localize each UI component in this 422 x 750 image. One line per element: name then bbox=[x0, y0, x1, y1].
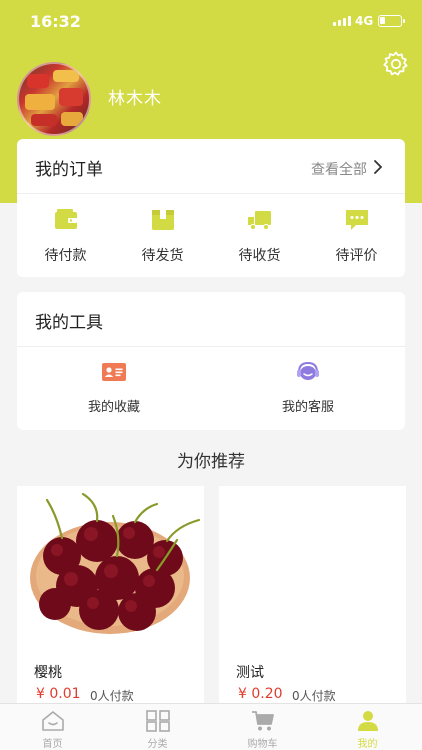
tab-home[interactable]: 首页 bbox=[0, 710, 105, 750]
tool-customer-service[interactable]: 我的客服 bbox=[211, 360, 405, 415]
divider bbox=[17, 346, 405, 347]
chat-bubble-icon bbox=[345, 210, 368, 230]
settings-gear-icon[interactable] bbox=[382, 50, 410, 78]
tab-label: 购物车 bbox=[247, 739, 278, 750]
order-item-label: 待发货 bbox=[141, 248, 184, 264]
wallet-icon bbox=[54, 209, 77, 229]
status-time: 16:32 bbox=[30, 12, 81, 31]
tool-item-label: 我的客服 bbox=[281, 400, 334, 415]
tab-label: 分类 bbox=[147, 739, 168, 750]
tool-favorites[interactable]: 我的收藏 bbox=[17, 360, 211, 415]
tool-item-label: 我的收藏 bbox=[87, 400, 140, 415]
signal-icon bbox=[333, 16, 351, 26]
grid-icon bbox=[145, 710, 170, 732]
order-pending-shipment[interactable]: 待发货 bbox=[114, 207, 211, 265]
battery-icon bbox=[378, 15, 405, 27]
user-icon bbox=[357, 711, 378, 731]
divider bbox=[17, 193, 405, 194]
tab-category[interactable]: 分类 bbox=[105, 710, 210, 750]
my-tools-card: 我的工具 我的收藏 我的客服 bbox=[17, 292, 405, 430]
product-name: 樱桃 bbox=[34, 665, 62, 681]
product-price: ¥ 0.01 bbox=[36, 686, 81, 702]
order-pending-review[interactable]: 待评价 bbox=[308, 207, 405, 265]
product-sold-count: 0人付款 bbox=[90, 689, 134, 703]
product-price: ¥ 0.20 bbox=[238, 686, 283, 702]
product-card[interactable]: 测试 ¥ 0.20 0人付款 bbox=[219, 486, 406, 706]
network-type: 4G bbox=[355, 14, 374, 28]
id-card-icon bbox=[102, 363, 126, 381]
order-pending-receipt[interactable]: 待收货 bbox=[211, 207, 308, 265]
order-item-label: 待收货 bbox=[238, 248, 281, 264]
order-item-label: 待付款 bbox=[44, 248, 87, 264]
username[interactable]: 林木木 bbox=[108, 84, 162, 109]
product-image-cherries bbox=[17, 486, 204, 646]
truck-icon bbox=[247, 211, 271, 231]
bottom-tab-bar: 首页 分类 购物车 我的 bbox=[0, 703, 422, 750]
product-sold-count: 0人付款 bbox=[292, 689, 336, 703]
status-bar: 16:32 4G bbox=[0, 0, 422, 44]
home-icon bbox=[41, 711, 64, 731]
product-image-placeholder bbox=[219, 486, 406, 646]
chevron-right-icon[interactable] bbox=[371, 158, 385, 176]
tab-cart[interactable]: 购物车 bbox=[210, 710, 315, 750]
my-orders-card: 我的订单 查看全部 待付款 待发货 待收货 待评价 bbox=[17, 139, 405, 277]
order-item-label: 待评价 bbox=[335, 248, 378, 264]
order-pending-payment[interactable]: 待付款 bbox=[17, 207, 114, 265]
orders-title: 我的订单 bbox=[35, 160, 103, 180]
tab-label: 首页 bbox=[42, 739, 63, 750]
tools-title: 我的工具 bbox=[35, 313, 103, 333]
product-card[interactable]: 樱桃 ¥ 0.01 0人付款 bbox=[17, 486, 204, 706]
tab-mine[interactable]: 我的 bbox=[315, 710, 420, 750]
view-all-orders-link[interactable]: 查看全部 bbox=[311, 159, 367, 179]
cart-icon bbox=[251, 711, 274, 731]
tab-label: 我的 bbox=[357, 739, 378, 750]
recommend-title: 为你推荐 bbox=[177, 452, 245, 472]
box-icon bbox=[151, 210, 174, 230]
product-name: 测试 bbox=[236, 665, 264, 681]
customer-service-icon bbox=[297, 361, 319, 380]
avatar[interactable] bbox=[17, 62, 91, 136]
